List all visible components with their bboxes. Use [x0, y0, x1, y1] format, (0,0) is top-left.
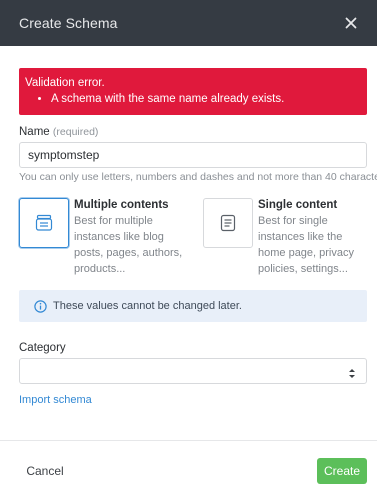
close-icon[interactable] — [343, 15, 359, 31]
create-button[interactable]: Create — [317, 458, 367, 484]
error-list: A schema with the same name already exis… — [25, 92, 361, 107]
option-multiple-text: Multiple contents Best for multiple inst… — [73, 198, 189, 277]
error-title: Validation error. — [25, 77, 105, 89]
option-description: Best for multiple instances like blog po… — [74, 215, 183, 275]
option-multiple-contents[interactable]: Multiple contents Best for multiple inst… — [19, 198, 189, 277]
option-title: Single content — [258, 199, 338, 211]
name-help-text: You can only use letters, numbers and da… — [19, 171, 377, 183]
required-hint: (required) — [52, 126, 99, 138]
name-label-text: Name — [19, 126, 50, 138]
name-label: Name (required) — [19, 126, 98, 138]
option-single-text: Single content Best for single instances… — [257, 198, 363, 277]
dialog-header: Create Schema — [0, 0, 377, 46]
select-arrows-icon — [348, 366, 356, 384]
info-text: These values cannot be changed later. — [53, 300, 242, 312]
single-content-icon — [203, 198, 253, 248]
name-input[interactable] — [19, 142, 367, 168]
category-select[interactable] — [19, 358, 367, 384]
option-single-content[interactable]: Single content Best for single instances… — [203, 198, 363, 277]
option-title: Multiple contents — [74, 199, 169, 211]
footer-divider — [0, 440, 377, 441]
error-message: A schema with the same name already exis… — [51, 92, 361, 107]
info-icon — [34, 299, 47, 313]
multiple-contents-icon — [19, 198, 69, 248]
option-description: Best for single instances like the home … — [258, 215, 354, 275]
dialog-title: Create Schema — [19, 15, 118, 31]
import-schema-link[interactable]: Import schema — [19, 394, 92, 406]
cancel-button[interactable]: Cancel — [19, 458, 71, 484]
validation-error-alert: Validation error. A schema with the same… — [19, 68, 367, 115]
info-alert: These values cannot be changed later. — [19, 290, 367, 322]
category-label: Category — [19, 342, 66, 354]
create-schema-dialog: Create Schema Validation error. A schema… — [0, 0, 377, 500]
